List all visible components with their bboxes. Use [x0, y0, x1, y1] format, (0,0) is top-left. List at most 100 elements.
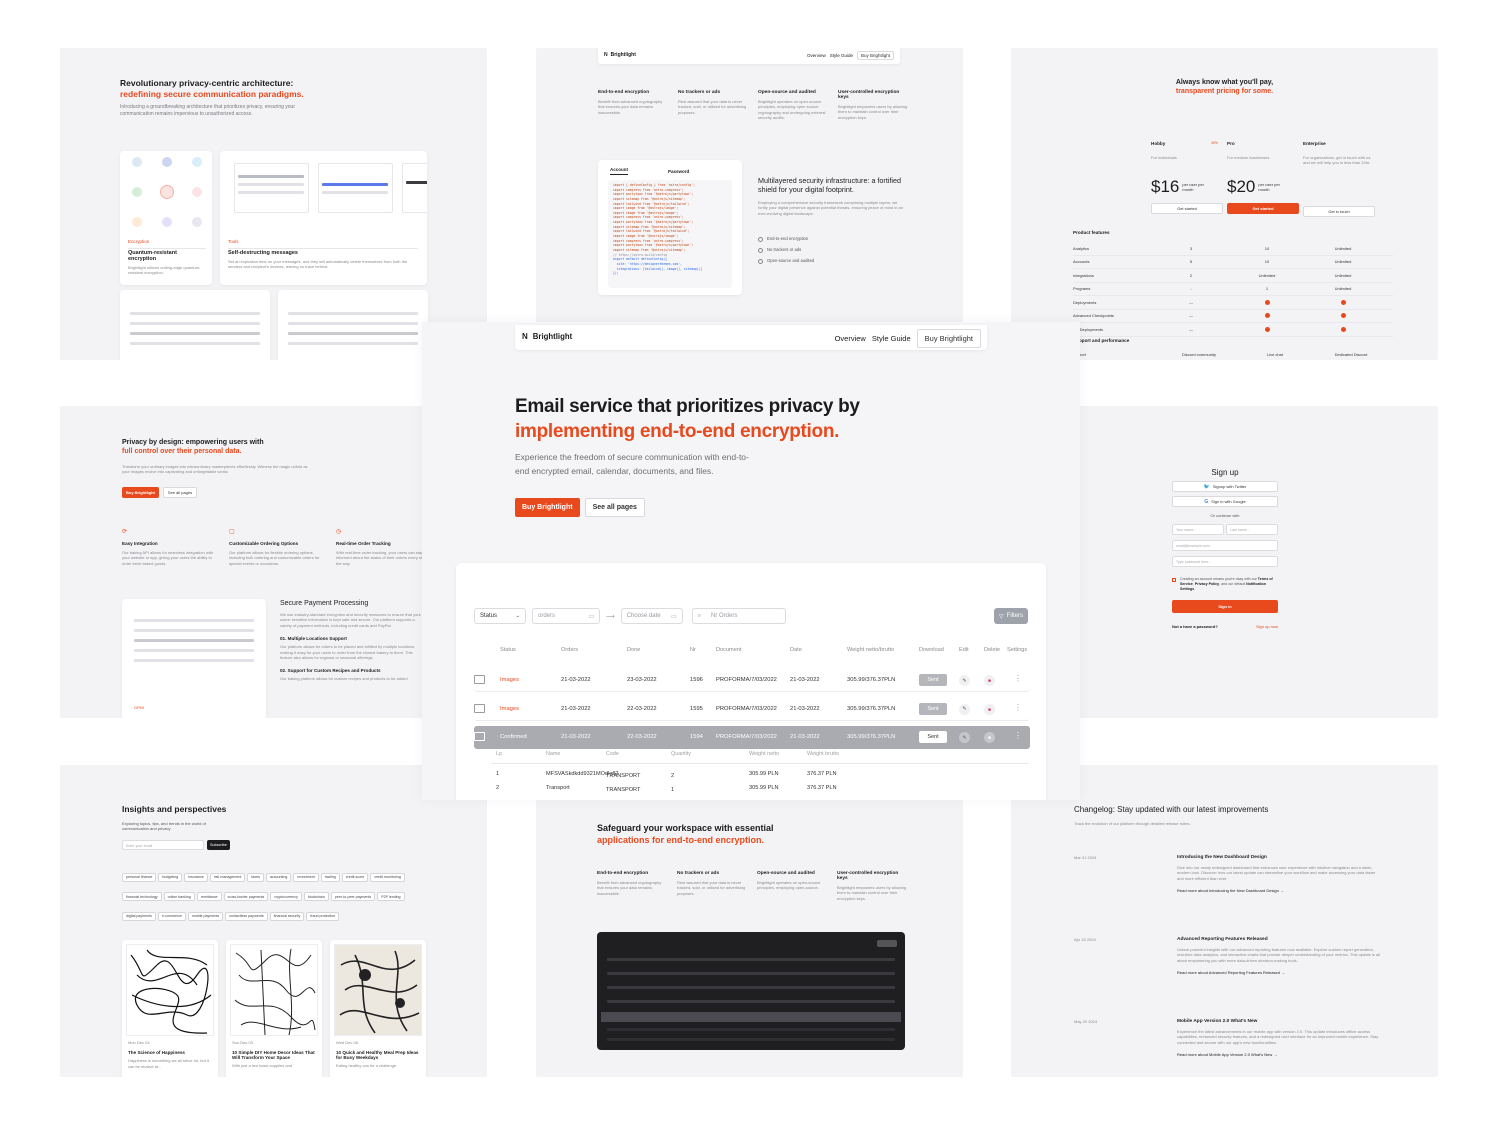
column-header[interactable]: Settings — [1007, 647, 1027, 653]
blog-post-card[interactable]: Wed Dec 06 10 Quick and Healthy Meal Pre… — [330, 940, 426, 1077]
nav-style-guide[interactable]: Style Guide — [830, 53, 853, 58]
tag-chip[interactable]: accounting — [265, 872, 292, 882]
choose-date-input[interactable]: Choose date ▭ — [620, 608, 683, 624]
column-header[interactable]: Done — [627, 647, 640, 653]
orders-date-input[interactable]: orders ▭ — [532, 608, 600, 624]
hero-desc: Experience the freedom of secure communi… — [515, 452, 749, 476]
password-input[interactable]: Type password here... — [1172, 556, 1278, 567]
edit-icon[interactable]: ✎ — [959, 732, 970, 743]
tab-account[interactable]: Account — [610, 167, 628, 175]
column-header[interactable]: Nr — [690, 647, 696, 653]
column-header[interactable]: Date — [790, 647, 802, 653]
nav-overview[interactable]: Overview — [835, 334, 866, 343]
newsletter-email-input[interactable]: Enter your email — [122, 840, 204, 850]
privacy-buy-button[interactable]: Buy Brightlight — [122, 487, 159, 498]
tag-chip[interactable]: remittance — [196, 892, 222, 901]
tag-chip[interactable]: credit score — [341, 872, 369, 882]
included-dot — [1264, 313, 1270, 319]
more-vertical-icon[interactable]: ⋮ — [1014, 674, 1022, 683]
last-name-input[interactable]: Last name... — [1226, 524, 1278, 535]
email-input[interactable]: email@example.com — [1172, 540, 1278, 551]
status-filter-select[interactable]: Status ⌄ — [474, 608, 526, 624]
table-row[interactable]: Images 21-03-2022 23-03-2022 1596 PROFORMA/7… — [474, 669, 1030, 692]
edit-icon[interactable]: ✎ — [959, 675, 970, 686]
tag-chip[interactable]: taxes — [247, 872, 264, 882]
first-name-input[interactable]: Your name... — [1172, 524, 1224, 535]
tag-chip[interactable]: e-commerce — [157, 911, 186, 921]
folder-icon[interactable] — [474, 732, 485, 741]
nav-buy-button[interactable]: Buy Brightlight — [916, 329, 981, 348]
signup-twitter-button[interactable]: 🐦 Signup with Twitter — [1172, 481, 1278, 492]
signin-button[interactable]: Sign in — [1172, 599, 1278, 613]
more-vertical-icon[interactable]: ⋮ — [1014, 731, 1022, 740]
privacy-see-pages-button[interactable]: See all pages — [162, 487, 198, 498]
blog-post-card[interactable]: Mon Dec 04 The Science of Happiness Happ… — [122, 940, 218, 1077]
column-header[interactable]: Download — [919, 647, 944, 653]
terms-text: Creating an account means you're okay wi… — [1180, 577, 1273, 592]
order-search-input[interactable]: ⌕ Nr Orders — [691, 608, 786, 624]
tag-chip[interactable]: cryptocurrency — [270, 892, 302, 901]
tag-chip[interactable]: personal finance — [122, 872, 157, 882]
tag-chip[interactable]: fraud protection — [306, 911, 340, 921]
changelog-entry-title: Mobile App Version 2.0 What's New — [1177, 1019, 1258, 1024]
changelog-read-more-link[interactable]: Read more about Mobile App Version 2.0 W… — [1177, 1052, 1382, 1057]
folder-icon[interactable] — [474, 675, 485, 684]
tag-chip[interactable]: P2P lending — [377, 892, 405, 901]
changelog-read-more-link[interactable]: Read more about Advanced Reporting Featu… — [1177, 970, 1382, 975]
tag-chip[interactable]: online banking — [163, 892, 195, 901]
tag-chip[interactable]: mobile payments — [187, 911, 224, 921]
tag-chip[interactable]: trading — [320, 872, 340, 882]
table-row[interactable]: Images 21-03-2022 22-03-2022 1595 PROFORMA/7… — [474, 698, 1030, 721]
blog-post-card[interactable]: Sun Dec 03 10 Simple DIY Home Decor Idea… — [226, 940, 322, 1077]
delete-icon[interactable]: ■ — [984, 703, 995, 715]
column-header[interactable]: Orders — [561, 647, 578, 653]
column-header[interactable]: Weight netto/brutto — [847, 647, 894, 653]
tag-chip[interactable]: credit monitoring — [370, 872, 405, 882]
column-header[interactable]: Edit — [959, 647, 969, 653]
plan-pro-button[interactable]: Get started — [1227, 203, 1299, 215]
signin-google-button[interactable]: G Sign in with Google — [1172, 496, 1278, 507]
card-encryption[interactable]: Encryption Quantum-resistant encryption … — [120, 151, 212, 285]
tag-chip[interactable]: contactless payments — [225, 911, 268, 921]
tag-chip[interactable]: blockchain — [303, 892, 329, 901]
tag-chip[interactable]: peer-to-peer payments — [330, 892, 376, 901]
sent-button[interactable]: Sent — [919, 731, 947, 743]
terms-checkbox[interactable] — [1172, 578, 1176, 582]
feature-desc: Rest assured that your data is never tra… — [678, 99, 747, 115]
tab-password[interactable]: Password — [668, 169, 689, 174]
table-row[interactable]: Confirmed 21-03-2022 22-03-2022 1594 PROFORM… — [474, 726, 1030, 749]
column-header[interactable]: Delete — [984, 647, 1000, 653]
changelog-read-more-link[interactable]: Read more about Introducing the New Dash… — [1177, 888, 1382, 893]
column-header[interactable]: Status — [500, 647, 516, 653]
edit-icon[interactable]: ✎ — [959, 703, 970, 715]
column-header[interactable]: Document — [716, 647, 742, 653]
tag-chip[interactable]: budgeting — [158, 872, 183, 882]
tag-chip[interactable]: financial security — [269, 911, 305, 921]
more-vertical-icon[interactable]: ⋮ — [1014, 703, 1022, 712]
privacy-link[interactable]: Privacy Policy — [1195, 582, 1219, 586]
tag-chip[interactable]: investment — [293, 872, 319, 882]
delete-icon[interactable]: ■ — [984, 732, 995, 743]
nav-overview[interactable]: Overview — [807, 53, 826, 58]
line-art-pattern — [130, 949, 212, 1034]
sent-button[interactable]: Sent — [919, 674, 947, 686]
tag-chip[interactable]: insurance — [184, 872, 208, 882]
tag-chip[interactable]: cross-border payments — [223, 892, 269, 901]
hero-see-pages-button[interactable]: See all pages — [584, 498, 645, 517]
plan-hobby-button[interactable]: Get started — [1151, 203, 1223, 215]
plan-enterprise-button[interactable]: Get in touch — [1303, 206, 1375, 217]
tag-chip[interactable]: risk management — [209, 872, 246, 882]
subscribe-button[interactable]: Subscribe — [207, 840, 230, 850]
signup-now-link[interactable]: Sign up now — [1256, 624, 1278, 629]
tag-chip[interactable]: financial technology — [122, 892, 162, 901]
hero-buy-button[interactable]: Buy Brightlight — [515, 498, 580, 517]
sent-button[interactable]: Sent — [919, 702, 947, 715]
card-self-destruct[interactable]: Tools Self-destructing messages Set an e… — [220, 151, 427, 285]
tag-chip[interactable]: digital payments — [122, 911, 156, 921]
folder-icon[interactable] — [474, 703, 485, 713]
nav-style-guide[interactable]: Style Guide — [872, 334, 911, 343]
nav-buy-button[interactable]: Buy Brightlight — [856, 51, 894, 60]
delete-icon[interactable]: ■ — [984, 675, 995, 686]
brand-name[interactable]: Brightlight — [533, 332, 572, 341]
filters-button[interactable]: ▽ Filters — [994, 608, 1028, 624]
